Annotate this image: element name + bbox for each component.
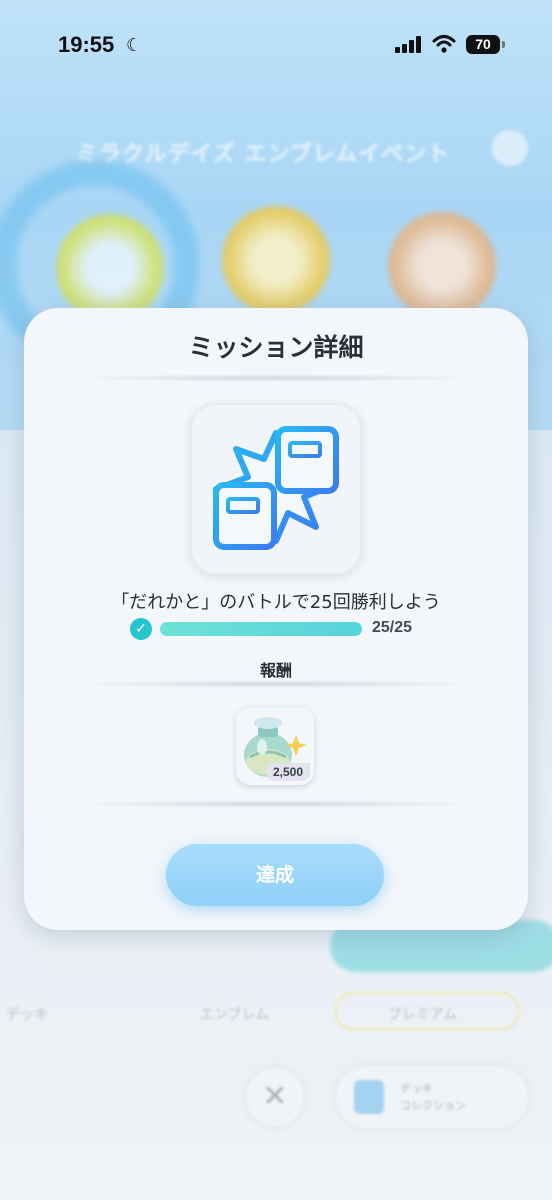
mission-detail-modal: ミッション詳細 「だれかと」のバトルで25回勝利しよう ✓ 25/25 報酬 2… [24, 308, 528, 930]
mission-progress-bar [160, 622, 362, 636]
mission-description: 「だれかと」のバトルで25回勝利しよう [111, 592, 441, 613]
reward-count: 2,500 [265, 763, 310, 781]
signal-icon [395, 36, 423, 53]
achieve-button[interactable]: 達成 [166, 844, 384, 906]
background-collection-button: デッキ コレクション [336, 1066, 528, 1128]
reward-label: 報酬 [259, 661, 292, 680]
background-event-title: ミラクルデイズ エンブレムイベント [76, 142, 451, 167]
status-time: 19:55 [58, 32, 115, 57]
battery-tip [502, 41, 505, 48]
mission-icon-tile [190, 403, 362, 575]
background-tab-deck: デッキ [6, 1007, 48, 1023]
reward-item[interactable]: 2,500 [236, 707, 314, 785]
background-emblem-medal-gold [222, 206, 330, 314]
background-tab-emblem: エンブレム [200, 1007, 270, 1023]
background-emblem-medal-bronze [388, 212, 496, 320]
battle-versus-icon [213, 426, 339, 550]
background-close-icon: ✕ [246, 1068, 304, 1126]
background-collection-line1: デッキ [400, 1082, 433, 1095]
status-bar: 19:55 ☾ 70 [0, 0, 552, 90]
check-icon: ✓ [130, 618, 152, 640]
background-premium-outline [334, 992, 520, 1030]
mission-progress-fill [160, 622, 362, 636]
wifi-icon [432, 34, 456, 54]
title-divider [74, 374, 478, 382]
background-collection-line2: コレクション [400, 1099, 466, 1112]
reward-divider [74, 680, 478, 688]
battery-icon: 70 [466, 35, 500, 54]
background-help-button [492, 130, 528, 166]
modal-title: ミッション詳細 [188, 333, 364, 362]
mission-progress-text: 25/25 [372, 619, 413, 636]
bottom-divider [74, 800, 478, 808]
background-collection-icon [354, 1080, 384, 1114]
background-emblem-medal-silver [56, 214, 164, 322]
moon-icon: ☾ [126, 35, 143, 56]
